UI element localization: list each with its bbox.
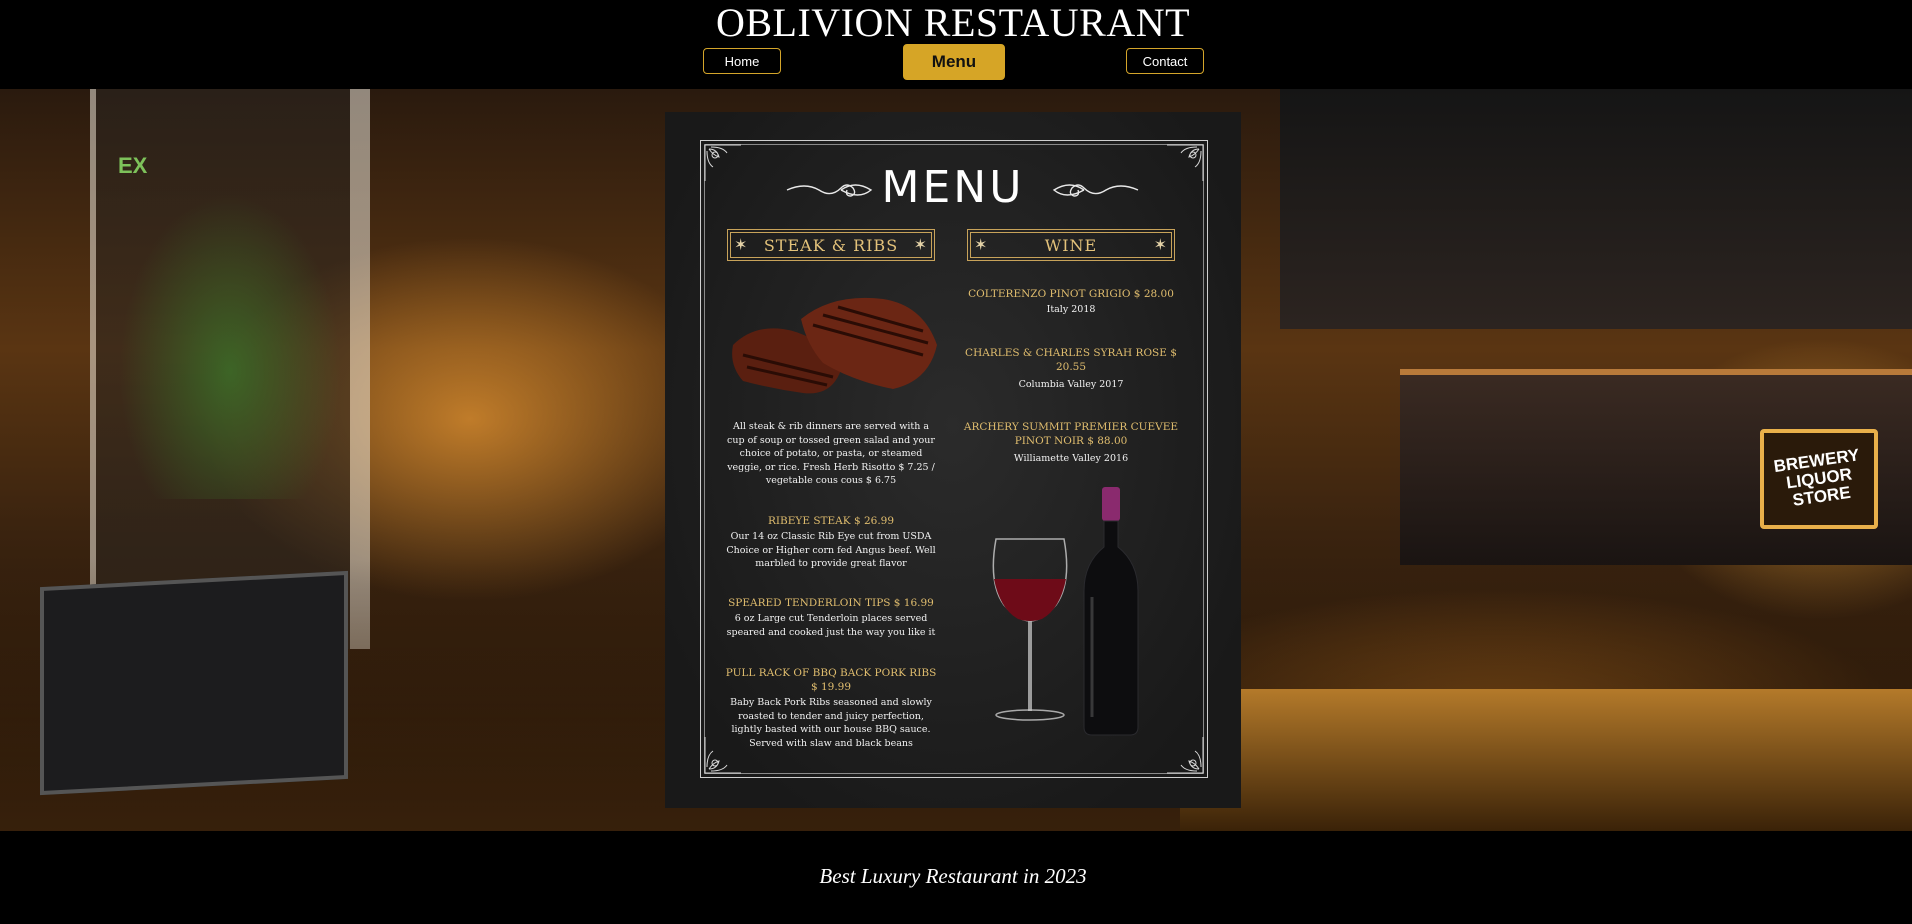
- chalkboard: [40, 570, 348, 796]
- brewery-store-sign: BREWERY LIQUOR STORE: [1760, 429, 1878, 529]
- steak-ribs-column: All steak & rib dinners are served with …: [723, 112, 939, 808]
- wine-glass-and-bottle-image: [992, 487, 1139, 736]
- wine-item-origin: Italy 2018: [1046, 304, 1096, 315]
- wine-item-name: COLTERENZO PINOT GRIGIO $ 28.00: [968, 288, 1174, 300]
- site-footer: Best Luxury Restaurant in 2023: [0, 831, 1912, 924]
- menu-item-description: 6 oz Large cut Tenderloin places served …: [726, 613, 936, 638]
- ceiling: [1280, 89, 1912, 329]
- wine-item-name: ARCHERY SUMMIT PREMIER CUEVEE PINOT NOIR…: [963, 421, 1179, 447]
- menu-card: MENU ✶ STEAK & RIBS ✶ ✶ WINE ✶ All steak…: [665, 112, 1241, 808]
- menu-item-description: Our 14 oz Classic Rib Eye cut from USDA …: [726, 531, 936, 569]
- wine-item-name: CHARLES & CHARLES SYRAH ROSE $ 20.55: [965, 347, 1177, 373]
- site-title: OBLIVION RESTAURANT: [715, 0, 1191, 45]
- menu-item-name: SPEARED TENDERLOIN TIPS $ 16.99: [728, 597, 934, 609]
- menu-item-name: RIBEYE STEAK $ 26.99: [767, 515, 895, 527]
- ribs-image: [732, 297, 937, 394]
- nav-menu-button[interactable]: Menu: [903, 44, 1005, 80]
- bar-counter: [1180, 689, 1912, 831]
- site-header: OBLIVION RESTAURANT Home Menu Contact: [0, 0, 1912, 89]
- menu-item-name: PULL RACK OF BBQ BACK PORK RIBS $ 19.99: [725, 667, 937, 693]
- nav-home-button[interactable]: Home: [703, 48, 781, 74]
- plant: [110, 179, 350, 499]
- footer-tagline: Best Luxury Restaurant in 2023: [819, 864, 1087, 888]
- store-sign-text: BREWERY LIQUOR STORE: [1772, 445, 1861, 510]
- nav-contact-button[interactable]: Contact: [1126, 48, 1204, 74]
- restaurant-interior-background: EX BREWERY LIQUOR STORE MENU ✶ STEAK & R…: [0, 89, 1912, 831]
- menu-item-description: Baby Back Pork Ribs seasoned and slowly …: [730, 697, 932, 749]
- wine-item-origin: Columbia Valley 2017: [1018, 379, 1124, 390]
- steak-intro-text: All steak & rib dinners are served with …: [727, 421, 935, 486]
- exit-sign: EX: [118, 153, 148, 178]
- wine-column: COLTERENZO PINOT GRIGIO $ 28.00 Italy 20…: [960, 112, 1182, 808]
- wine-item-origin: Williamette Valley 2016: [1013, 453, 1129, 464]
